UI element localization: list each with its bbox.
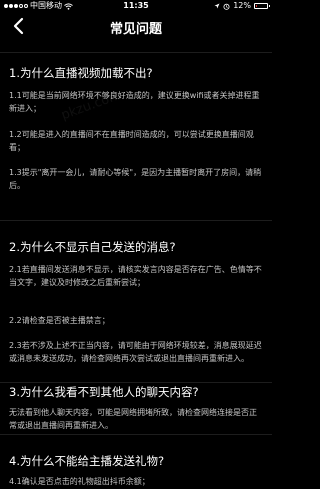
faq-answer: 2.2请检查是否被主播禁言； (9, 316, 110, 325)
divider (0, 434, 272, 435)
alarm-icon (223, 3, 230, 10)
faq-question-1: 1.为什么直播视频加载不出? (9, 66, 153, 80)
faq-list: pkzu.com 1.为什么直播视频加载不出? 1.1可能是当前网络环境不够良好… (0, 42, 272, 489)
battery-area: 12% (214, 0, 270, 12)
nav-bar: 常见问题 (0, 12, 272, 42)
faq-answer: 1.3提示"离开一会儿，请耐心等候"，是因为主播暂时离开了房间，请稍后。 (9, 168, 262, 190)
divider (0, 220, 272, 221)
faq-answer: 1.2可能是进入的直播间不在直播时间造成的，可以尝试更换直播间观看； (9, 130, 254, 152)
divider (0, 52, 272, 53)
faq-question-3: 3.为什么我看不到其他人的聊天内容? (9, 385, 199, 399)
faq-answer: 1.1可能是当前网络环境不够良好造成的，建议更换wifi或者关掉进程重新进入； (9, 91, 260, 113)
faq-answer: 2.1若直播间发送消息不显示，请核实发言内容是否存在广告、色情等不当文字，建议及… (9, 265, 262, 287)
faq-question-2: 2.为什么不显示自己发送的消息? (9, 240, 176, 254)
faq-question-4: 4.为什么不能给主播发送礼物? (9, 454, 165, 468)
faq-answer: 4.1确认是否点击的礼物超出抖币余额； (9, 477, 150, 486)
battery-percent: 12% (233, 1, 251, 10)
status-bar: 中国移动 11:35 12% (0, 0, 272, 12)
location-icon (214, 3, 220, 9)
battery-icon (254, 3, 270, 9)
faq-answer: 2.3若不涉及上述不正当内容，请可能由于网络环境较差，消息展现延迟或消息未发送成… (9, 341, 262, 363)
faq-answer: 无法看到他人聊天内容，可能是网络拥堵所致，请检查网络连接是否正常或退出直播间再重… (9, 408, 257, 430)
divider (0, 382, 272, 383)
page-title: 常见问题 (109, 22, 162, 37)
